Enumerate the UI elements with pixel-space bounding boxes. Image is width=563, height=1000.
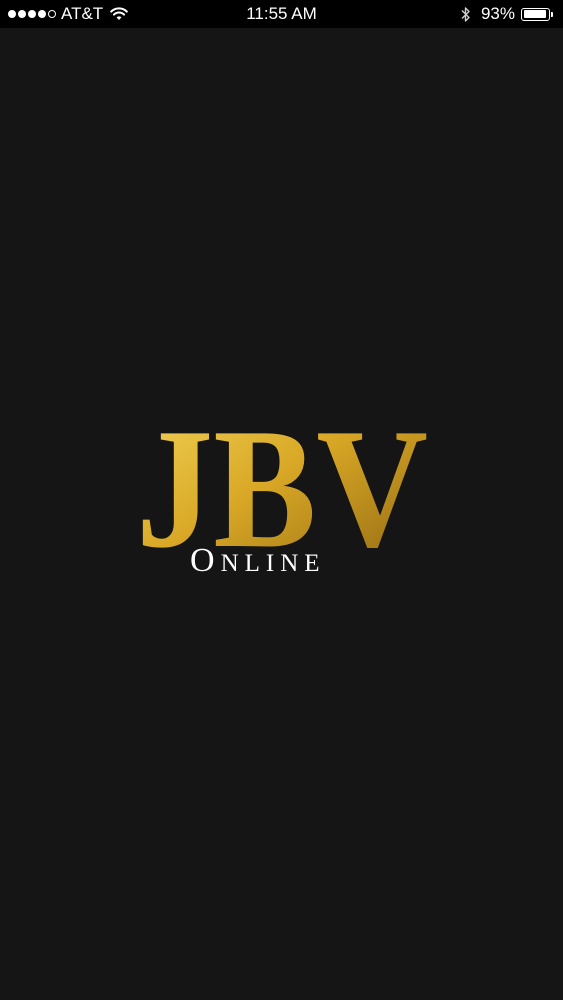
battery-tip (551, 11, 553, 17)
logo-subtitle-rest: NLINE (220, 550, 326, 577)
status-bar-right: 93% (461, 0, 553, 28)
bluetooth-icon (461, 6, 470, 22)
splash-screen: AT&T 11:55 AM 93% JBV ONLINE (0, 0, 563, 1000)
logo-wordmark: JBV (136, 408, 428, 548)
logo-subtitle: ONLINE (190, 542, 380, 580)
logo-mark: JBV (136, 408, 428, 548)
status-bar: AT&T 11:55 AM 93% (0, 0, 563, 28)
battery-fill (523, 10, 546, 18)
app-logo: JBV ONLINE (132, 408, 432, 580)
battery-icon (521, 7, 550, 21)
battery-percentage: 93% (480, 4, 515, 23)
logo-subtitle-initial: O (190, 542, 221, 579)
